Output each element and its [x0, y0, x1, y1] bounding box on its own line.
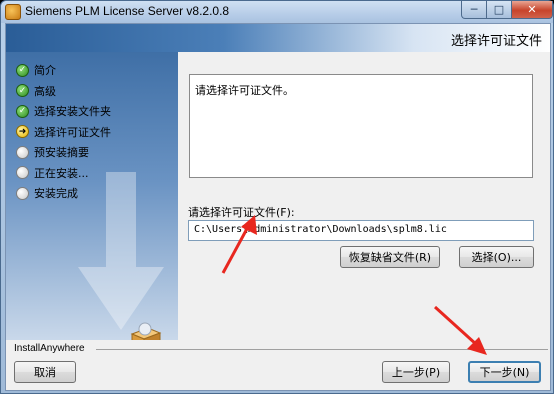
license-file-label: 请选择许可证文件(F): [188, 206, 295, 219]
minimize-icon[interactable]: ─ [461, 1, 487, 19]
step-label: 选择许可证文件 [34, 125, 111, 139]
step-label: 选择安装文件夹 [34, 105, 111, 119]
instructions-text: 请选择许可证文件。 [195, 84, 294, 97]
title-bar[interactable]: Siemens PLM License Server v8.2.0.8 ─ □ … [1, 1, 553, 23]
step-item-advanced: ✓ 高级 [16, 81, 111, 102]
step-item-installing: 正在安装... [16, 163, 111, 184]
installer-window: Siemens PLM License Server v8.2.0.8 ─ □ … [0, 0, 554, 394]
step-item-pre-install-summary: 预安装摘要 [16, 142, 111, 163]
license-path-input[interactable]: C:\Users\Administrator\Downloads\splm8.l… [188, 220, 534, 241]
content-panel: 请选择许可证文件。 请选择许可证文件(F): C:\Users\Administ… [178, 52, 550, 340]
page-title: 选择许可证文件 [450, 34, 542, 49]
step-label: 预安装摘要 [34, 146, 89, 160]
step-item-install-complete: 安装完成 [16, 183, 111, 204]
step-label: 简介 [34, 64, 56, 78]
pending-circle-icon [16, 186, 29, 200]
next-button[interactable]: 下一步(N) [468, 361, 541, 383]
footer-bar: InstallAnywhere 取消 上一步(P) 下一步(N) [6, 340, 550, 390]
step-item-license-file: ➜ 选择许可证文件 [16, 122, 111, 143]
window-title: Siemens PLM License Server v8.2.0.8 [25, 4, 230, 18]
steps-list: ✓ 简介 ✓ 高级 ✓ 选择安装文件夹 ➜ 选择许可证文件 预安装摘要 正在安装… [16, 60, 111, 204]
checkmark-icon: ✓ [16, 104, 29, 118]
checkmark-icon: ✓ [16, 63, 29, 77]
instructions-box: 请选择许可证文件。 [189, 74, 533, 178]
pending-circle-icon [16, 145, 29, 159]
choose-file-button[interactable]: 选择(O)... [459, 246, 534, 268]
checkmark-icon: ✓ [16, 84, 29, 98]
step-header: 选择许可证文件 [6, 24, 550, 52]
step-item-install-folder: ✓ 选择安装文件夹 [16, 101, 111, 122]
installanywhere-brand: InstallAnywhere [14, 343, 85, 354]
footer-divider [96, 349, 548, 350]
client-area: 选择许可证文件 ✓ 简介 ✓ 高级 ✓ 选择安装文件夹 ➜ 选择许可证文件 预安… [5, 23, 551, 391]
step-label: 正在安装... [34, 166, 89, 180]
step-item-intro: ✓ 简介 [16, 60, 111, 81]
maximize-icon[interactable]: □ [486, 1, 512, 19]
previous-button[interactable]: 上一步(P) [382, 361, 450, 383]
step-label: 安装完成 [34, 187, 78, 201]
app-icon [5, 4, 21, 20]
restore-default-button[interactable]: 恢复缺省文件(R) [340, 246, 440, 268]
current-step-arrow-icon: ➜ [16, 125, 29, 139]
steps-sidebar: ✓ 简介 ✓ 高级 ✓ 选择安装文件夹 ➜ 选择许可证文件 预安装摘要 正在安装… [6, 52, 178, 340]
pending-circle-icon [16, 166, 29, 180]
install-box-icon [130, 322, 162, 340]
cancel-button[interactable]: 取消 [14, 361, 76, 383]
step-label: 高级 [34, 84, 56, 98]
close-icon[interactable]: ✕ [511, 1, 553, 19]
